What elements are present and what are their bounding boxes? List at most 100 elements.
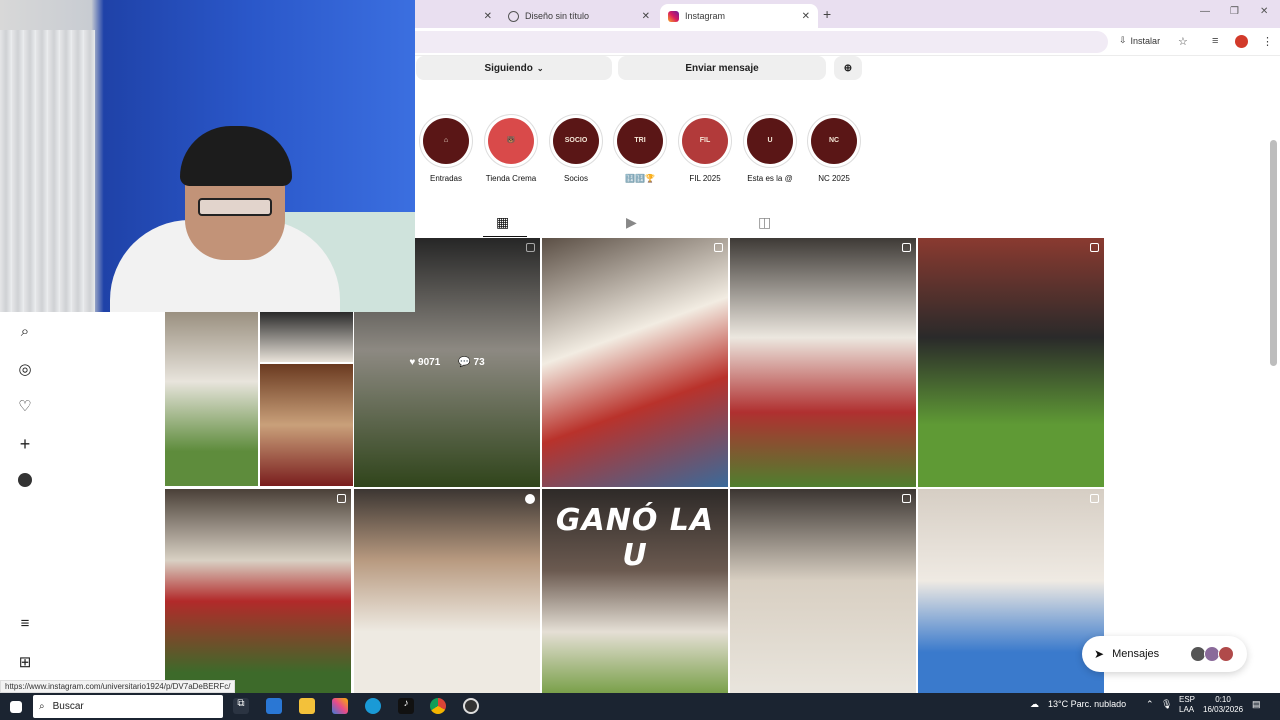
highlight-cover: ⌂	[423, 118, 469, 164]
close-window-icon[interactable]: ✕	[1260, 6, 1268, 17]
notifications-heart-icon[interactable]: ♡	[16, 397, 34, 415]
send-icon: ➤	[1094, 647, 1105, 661]
microphone-icon[interactable]: 🎙	[1161, 699, 1172, 710]
tab-instagram[interactable]: Instagram ✕	[660, 4, 818, 28]
comments-count-group: 💬 73	[458, 357, 484, 368]
weather-icon[interactable]: ☁	[1030, 699, 1039, 710]
comment-icon: 💬	[458, 357, 474, 368]
highlight-label: FIL 2025	[689, 174, 721, 183]
post-thumbnail[interactable]	[542, 238, 728, 487]
search-icon: ⌕	[39, 701, 45, 712]
tiktok-icon[interactable]: ♪	[398, 698, 414, 714]
install-icon: ⇩	[1119, 35, 1127, 45]
webcam-curtain	[0, 30, 95, 312]
taskbar-search-placeholder: Buscar	[52, 701, 84, 712]
language-top: ESP	[1179, 695, 1196, 704]
carousel-icon	[1090, 243, 1099, 252]
new-tab-icon[interactable]: +	[823, 6, 831, 22]
menu-dots-icon[interactable]: ⋮	[1262, 35, 1273, 48]
notifications-icon[interactable]: ▤	[1252, 699, 1261, 710]
messages-button[interactable]: ➤ Mensajes	[1082, 636, 1247, 672]
tab-close-previous[interactable]: ✕	[476, 4, 496, 28]
heart-icon: ♥	[409, 357, 419, 368]
browser-profile-avatar[interactable]	[1235, 35, 1248, 48]
highlight-esta-es-la-u[interactable]: U Esta es la @	[740, 114, 800, 183]
tray-chevron-icon[interactable]: ⌃	[1146, 699, 1154, 710]
clock[interactable]: 0:10 16/03/2026	[1203, 695, 1243, 715]
task-view-icon[interactable]: ⧉	[233, 698, 249, 714]
add-person-button[interactable]: ⊕	[834, 56, 862, 80]
media-control-icon[interactable]: ≡	[1212, 35, 1218, 47]
profile-tabs: ▦ ▶ ◫	[416, 210, 1106, 238]
tab-design[interactable]: Diseño sin título ✕	[500, 4, 658, 28]
highlight-cover: FIL	[682, 118, 728, 164]
chrome-icon[interactable]	[430, 698, 446, 714]
highlight-cover: SOCIO	[553, 118, 599, 164]
menu-hamburger-icon[interactable]: ≡	[16, 615, 34, 632]
highlight-socios[interactable]: SOCIO Socios	[546, 114, 606, 183]
highlight-fil-2025[interactable]: FIL FIL 2025	[675, 114, 735, 183]
windows-start-icon[interactable]	[10, 701, 22, 713]
profile-avatar-icon[interactable]	[18, 473, 32, 487]
post-thumbnail[interactable]	[730, 238, 916, 487]
highlight-label: 🔢🔢🏆	[625, 174, 655, 183]
maximize-icon[interactable]: ❐	[1230, 6, 1239, 17]
bookmark-star-icon[interactable]: ☆	[1178, 35, 1188, 48]
avatar	[1218, 646, 1234, 662]
install-button[interactable]: ⇩ Instalar	[1119, 35, 1160, 46]
create-icon[interactable]: +	[16, 434, 34, 455]
search-icon[interactable]: ⌕	[16, 323, 34, 340]
post-thumbnail[interactable]	[918, 489, 1104, 693]
tab-design-label: Diseño sin título	[525, 11, 590, 21]
status-url: https://www.instagram.com/universitario1…	[0, 680, 236, 693]
weather-text[interactable]: 13°C Parc. nublado	[1048, 699, 1126, 709]
page-scrollbar[interactable]	[1270, 140, 1277, 366]
highlight-label: Socios	[563, 174, 588, 183]
taskbar-search[interactable]: ⌕ Buscar	[33, 695, 223, 718]
post-thumbnail[interactable]	[165, 489, 351, 693]
send-message-button[interactable]: Enviar mensaje	[618, 56, 826, 80]
copilot-icon[interactable]	[332, 698, 348, 714]
post-thumbnail-partial[interactable]	[260, 312, 353, 362]
post-thumbnail[interactable]	[730, 489, 916, 693]
post-overlay-text: GANÓ LA U	[555, 503, 715, 573]
windows-taskbar: ⌕ Buscar ⧉ ♪ ☁ 13°C Parc. nublado ⌃ 🎙 ES…	[0, 693, 1280, 720]
carousel-icon	[1090, 494, 1099, 503]
highlight-nc-2025[interactable]: NC NC 2025	[804, 114, 864, 183]
highlight-tricampeones[interactable]: TRI 🔢🔢🏆	[610, 114, 670, 183]
likes-count: 9071	[418, 357, 441, 368]
close-icon[interactable]: ✕	[642, 11, 650, 22]
following-button[interactable]: Siguiendo ⌄	[416, 56, 612, 80]
edge-icon[interactable]	[365, 698, 381, 714]
highlight-cover: NC	[811, 118, 857, 164]
canva-icon	[508, 10, 519, 22]
highlight-label: Entradas	[429, 174, 463, 183]
post-thumbnail[interactable]: GANÓ LA U	[542, 489, 728, 693]
instagram-icon	[668, 10, 679, 22]
more-apps-icon[interactable]: ⊞	[16, 653, 34, 671]
following-label: Siguiendo	[484, 62, 533, 74]
file-explorer-icon[interactable]	[299, 698, 315, 714]
reels-icon[interactable]: ▶	[626, 214, 637, 231]
obs-icon[interactable]	[463, 698, 479, 714]
clock-date: 16/03/2026	[1203, 705, 1244, 714]
close-icon[interactable]: ✕	[802, 11, 810, 22]
tagged-icon[interactable]: ◫	[758, 214, 771, 231]
send-message-label: Enviar mensaje	[685, 62, 759, 74]
webcam-overlay	[0, 0, 415, 312]
highlight-tienda-crema[interactable]: 🐻 Tienda Crema	[481, 114, 541, 183]
clock-time: 0:10	[1215, 695, 1231, 704]
highlight-entradas[interactable]: ⌂ Entradas	[416, 114, 476, 183]
grid-icon[interactable]: ▦	[496, 214, 509, 231]
add-person-icon: ⊕	[843, 62, 853, 74]
post-thumbnail-partial[interactable]	[260, 364, 353, 486]
highlight-cover: 🐻	[488, 118, 534, 164]
explore-icon[interactable]: ◎	[16, 360, 34, 378]
post-thumbnail[interactable]	[918, 238, 1104, 487]
post-thumbnail-partial[interactable]	[165, 312, 258, 486]
outlook-icon[interactable]	[266, 698, 282, 714]
comments-count: 73	[473, 357, 485, 368]
language-indicator[interactable]: ESP LAA	[1179, 695, 1195, 715]
minimize-icon[interactable]: —	[1200, 6, 1210, 17]
post-thumbnail[interactable]	[354, 489, 540, 693]
